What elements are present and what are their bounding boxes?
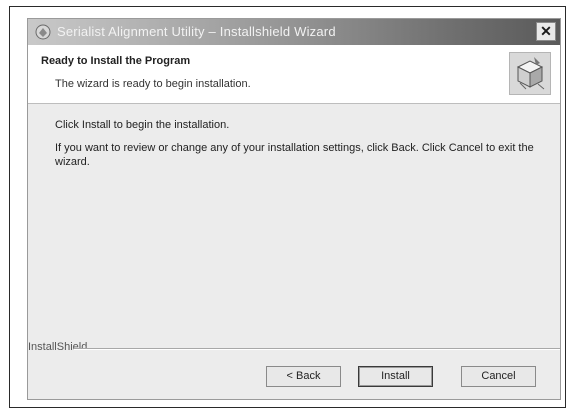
header-banner: Ready to Install the Program The wizard … (28, 45, 560, 104)
instruction-text: Click Install to begin the installation. (55, 119, 230, 131)
install-button[interactable]: Install (358, 366, 433, 387)
installshield-brand-label: InstallShield (28, 341, 88, 353)
close-icon: ✕ (540, 23, 552, 39)
title-bar[interactable]: Serialist Alignment Utility – Installshi… (28, 19, 560, 45)
install-box-icon (509, 52, 551, 95)
close-button[interactable]: ✕ (536, 22, 556, 41)
installer-app-icon (34, 23, 52, 41)
back-button[interactable]: < Back (266, 366, 341, 387)
footer-divider (74, 348, 560, 350)
header-title: Ready to Install the Program (41, 55, 191, 67)
header-subtitle: The wizard is ready to begin installatio… (55, 78, 251, 90)
installer-dialog: Serialist Alignment Utility – Installshi… (27, 18, 561, 400)
cancel-button[interactable]: Cancel (461, 366, 536, 387)
window-title: Serialist Alignment Utility – Installshi… (57, 24, 336, 39)
review-settings-text: If you want to review or change any of y… (55, 142, 534, 168)
